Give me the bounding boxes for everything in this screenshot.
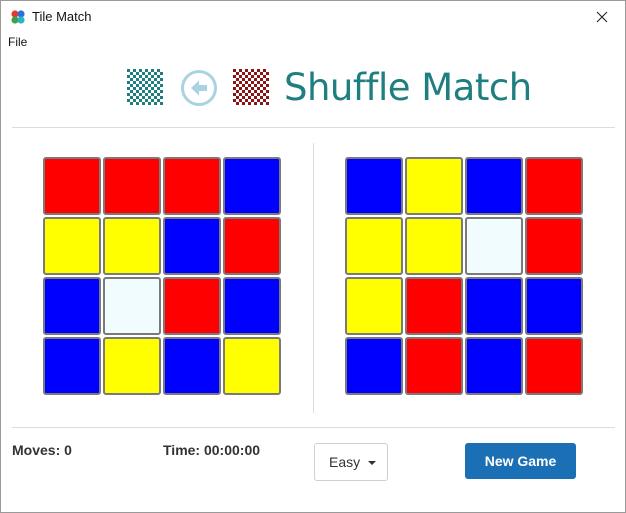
window-title: Tile Match (32, 9, 92, 24)
back-arrow-icon[interactable] (180, 69, 218, 107)
player-board (43, 157, 281, 395)
target-tile-yellow (405, 157, 463, 215)
target-tile-red (525, 217, 583, 275)
menu-bar: File (1, 32, 625, 52)
app-window: Tile Match File Shuffle Match Moves: 0 T… (0, 0, 626, 513)
top-divider (12, 127, 615, 128)
moves-counter: Moves: 0 (12, 442, 72, 458)
player-tile-blue[interactable] (43, 277, 101, 335)
target-tile-red (405, 277, 463, 335)
player-tile-yellow[interactable] (103, 337, 161, 395)
player-tile-red[interactable] (163, 157, 221, 215)
player-tile-empty-slot[interactable] (103, 277, 161, 335)
player-tile-yellow[interactable] (223, 337, 281, 395)
page-title: Shuffle Match (284, 66, 532, 109)
target-tile-blue (345, 337, 403, 395)
target-tile-blue (345, 157, 403, 215)
new-game-button[interactable]: New Game (465, 443, 576, 479)
target-tile-red (525, 157, 583, 215)
checkerboard-teal-icon (127, 69, 163, 105)
close-icon (596, 11, 608, 22)
player-tile-blue[interactable] (163, 337, 221, 395)
bottom-divider (12, 427, 615, 428)
tile-match-app-icon (11, 10, 25, 24)
player-tile-blue[interactable] (223, 157, 281, 215)
player-tile-blue[interactable] (43, 337, 101, 395)
target-tile-red (405, 337, 463, 395)
player-tile-red[interactable] (223, 217, 281, 275)
target-tile-yellow (345, 217, 403, 275)
player-tile-red[interactable] (43, 157, 101, 215)
target-tile-blue (525, 277, 583, 335)
target-tile-yellow (345, 277, 403, 335)
player-tile-red[interactable] (103, 157, 161, 215)
time-display: Time: 00:00:00 (163, 442, 261, 458)
title-bar: Tile Match (1, 1, 625, 32)
player-tile-yellow[interactable] (43, 217, 101, 275)
target-tile-blue (465, 337, 523, 395)
caret-down-icon (368, 461, 376, 465)
player-tile-blue[interactable] (163, 217, 221, 275)
difficulty-value: Easy (329, 454, 361, 470)
menu-file[interactable]: File (8, 35, 27, 49)
game-header: Shuffle Match (1, 61, 625, 115)
player-tile-red[interactable] (163, 277, 221, 335)
target-tile-yellow (405, 217, 463, 275)
target-tile-red (525, 337, 583, 395)
target-board (345, 157, 583, 395)
target-tile-blue (465, 157, 523, 215)
player-tile-blue[interactable] (223, 277, 281, 335)
difficulty-dropdown[interactable]: Easy (314, 443, 388, 481)
close-button[interactable] (579, 1, 625, 32)
target-tile-empty-slot (465, 217, 523, 275)
target-tile-blue (465, 277, 523, 335)
board-divider (313, 143, 314, 413)
player-tile-yellow[interactable] (103, 217, 161, 275)
checkerboard-red-icon (233, 69, 269, 105)
